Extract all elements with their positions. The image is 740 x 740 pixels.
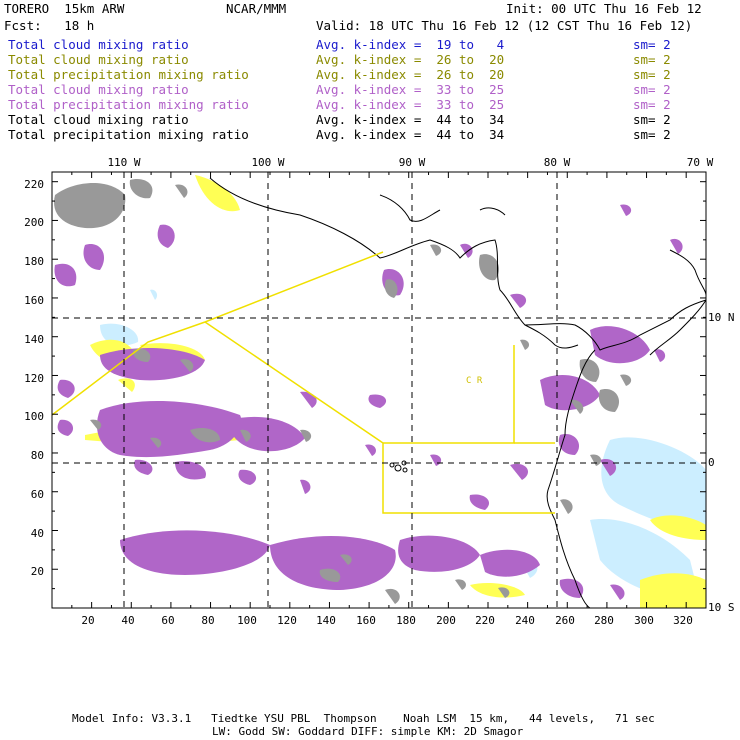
x-tick-label: 280 — [594, 614, 614, 627]
longitude-label: 100 W — [251, 156, 285, 169]
x-tick-label: 60 — [161, 614, 175, 627]
x-tick-label: 300 — [634, 614, 654, 627]
x-tick-label: 220 — [475, 614, 495, 627]
x-tick-label: 20 — [81, 614, 95, 627]
y-tick-label: 40 — [30, 527, 44, 540]
x-tick-label: 180 — [396, 614, 416, 627]
y-tick-label: 100 — [24, 410, 44, 423]
purple-shading — [54, 204, 683, 600]
x-tick-label: 120 — [277, 614, 297, 627]
latitude-label: 10 S — [708, 601, 735, 614]
longitude-label: 110 W — [107, 156, 141, 169]
y-tick-label: 140 — [24, 333, 44, 346]
longitude-label: 90 W — [398, 156, 426, 169]
x-tick-label: 140 — [316, 614, 336, 627]
x-tick-label: 260 — [555, 614, 575, 627]
y-tick-label: 120 — [24, 372, 44, 385]
model-physics: LW: Godd SW: Goddard DIFF: simple KM: 2D… — [212, 725, 524, 738]
y-tick-label: 200 — [24, 216, 44, 229]
x-tick-label: 160 — [356, 614, 376, 627]
latitude-label: 10 N — [708, 311, 735, 324]
y-tick-label: 60 — [30, 488, 44, 501]
x-tick-label: 200 — [436, 614, 456, 627]
cloud-fields — [54, 175, 706, 608]
x-tick-label: 240 — [515, 614, 535, 627]
y-tick-label: 180 — [24, 255, 44, 268]
longitude-label: 80 W — [543, 156, 571, 169]
x-tick-label: 40 — [121, 614, 135, 627]
y-tick-label: 220 — [24, 178, 44, 191]
forecast-map: C R — [51, 171, 707, 609]
model-info: Model Info: V3.3.1 Tiedtke YSU PBL Thomp… — [72, 712, 655, 725]
longitude-label: 70 W — [686, 156, 714, 169]
y-tick-label: 80 — [30, 449, 44, 462]
y-tick-label: 160 — [24, 294, 44, 307]
latitude-label: 0 — [708, 456, 715, 469]
x-tick-label: 320 — [673, 614, 693, 627]
x-tick-label: 80 — [201, 614, 215, 627]
y-tick-label: 20 — [30, 565, 44, 578]
region-label: C R — [466, 376, 483, 386]
x-tick-label: 100 — [237, 614, 257, 627]
